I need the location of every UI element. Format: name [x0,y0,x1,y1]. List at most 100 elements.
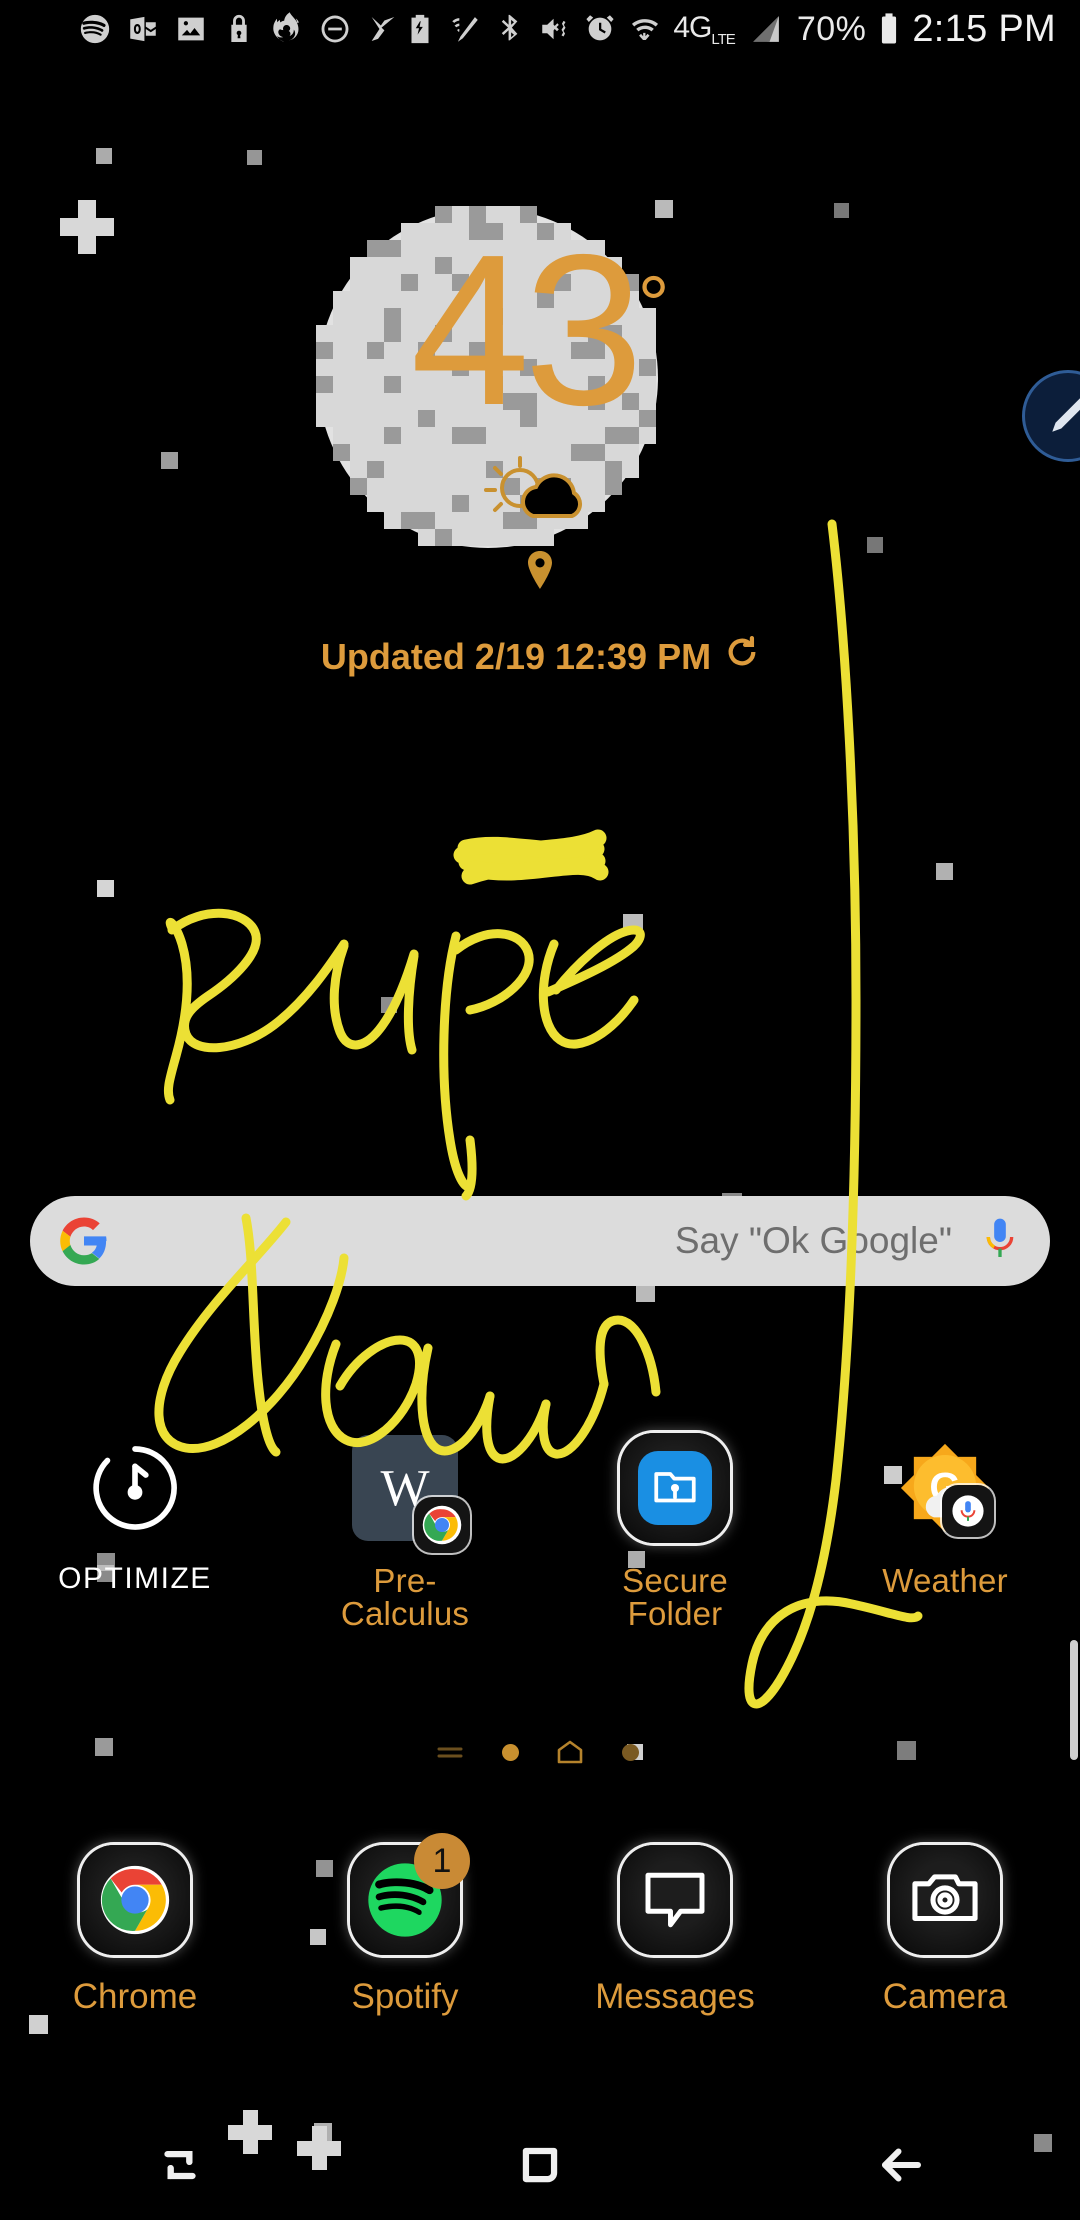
wallpaper-star-pixel [247,150,262,165]
search-input[interactable]: Say "Ok Google" [675,1220,952,1262]
wallpaper-pixel [367,461,384,478]
weather-widget[interactable]: 43° Updated 2/19 12:39 PM [0,230,1080,420]
wallpaper-pixel [401,512,418,529]
app-label-weather: Weather [882,1564,1008,1597]
wifi-icon [628,12,662,46]
weather-updated-row[interactable]: Updated 2/19 12:39 PM [0,635,1080,678]
dock-label-camera: Camera [883,1977,1007,2017]
weather-updated-label: Updated 2/19 12:39 PM [321,636,711,678]
wallpaper-star-pixel [161,452,178,469]
wallpaper-star-pixel [97,880,114,897]
status-bar[interactable]: 4GLTE 70% 2:15 PM [0,0,1080,58]
spotify-icon[interactable]: 1 [350,1845,460,1955]
secure-folder-icon[interactable] [617,1430,733,1546]
google-search-bar[interactable]: Say "Ok Google" [30,1196,1050,1286]
app-pre-calculus[interactable]: W Pre-Calculus [270,1430,540,1630]
do-not-disturb-icon [318,12,352,46]
bixby-home-indicator[interactable] [420,1744,480,1760]
word-web-shortcut-icon[interactable]: W [347,1430,463,1546]
refresh-icon[interactable] [725,635,759,678]
lock-icon [222,12,256,46]
wallpaper-pixel [384,495,401,512]
alarm-icon [583,12,617,46]
camera-icon[interactable] [890,1845,1000,1955]
back-arrow-icon [873,2140,927,2190]
chrome-icon [414,1497,470,1553]
screen-edge-panel-handle[interactable] [1070,1640,1078,1760]
page-indicator[interactable] [0,1732,1080,1772]
wallpaper-pixel [384,444,401,461]
battery-saver-icon [403,12,437,46]
partly-sunny-icon [475,446,605,541]
app-label-optimize: OPTIMIZE [58,1564,212,1594]
app-secure-folder[interactable]: Secure Folder [540,1430,810,1630]
checkmark-icon [366,12,400,46]
wallpaper-pixel [418,512,435,529]
app-optimize[interactable]: OPTIMIZE [0,1430,270,1630]
wallpaper-pixel [333,444,350,461]
home-button[interactable] [360,2140,720,2190]
wallpaper-pixel [452,512,469,529]
chrome-icon[interactable] [80,1845,190,1955]
mute-vibrate-icon [538,12,572,46]
wallpaper-star-pixel [96,148,112,164]
pen-icon [1045,393,1080,439]
app-weather[interactable]: G Weather [810,1430,1080,1630]
degree-symbol: ° [638,259,670,348]
dock: Chrome 1 Spotify Messages Camera [0,1845,1080,2017]
recents-icon [155,2140,205,2190]
dock-app-chrome[interactable]: Chrome [0,1845,270,2017]
battery-icon [877,12,901,46]
wallpaper-pixel [435,529,452,546]
wallpaper-pixel [452,495,469,512]
spen-icon [448,12,482,46]
dock-label-spotify: Spotify [352,1977,459,2017]
microphone-icon[interactable] [980,1217,1020,1265]
location-pin-icon [0,550,1080,595]
wallpaper-pixel [367,444,384,461]
status-bar-notification-icons [0,12,400,46]
wallpaper-pixel [605,478,622,495]
app-label-secure-folder: Secure Folder [580,1564,770,1630]
dock-label-messages: Messages [595,1977,755,2017]
recents-button[interactable] [0,2140,360,2190]
wallpaper-pixel [401,461,418,478]
home-screen-app-grid: OPTIMIZE W Pre-Calculus Secure Folder G … [0,1430,1080,1630]
wallpaper-pixel [384,478,401,495]
spotify-notification-badge: 1 [414,1833,470,1889]
wallpaper-pixel [384,512,401,529]
optimize-icon[interactable] [77,1430,193,1546]
app-label-pre-calculus: Pre-Calculus [310,1564,500,1630]
dock-app-spotify[interactable]: 1 Spotify [270,1845,540,2017]
firefox-icon [270,12,304,46]
wallpaper-pixel [418,478,435,495]
wallpaper-pixel [384,461,401,478]
wallpaper-pixel [452,529,469,546]
messages-icon[interactable] [620,1845,730,1955]
wallpaper-pixel [435,512,452,529]
dock-app-messages[interactable]: Messages [540,1845,810,2017]
page-dot-1[interactable] [480,1744,540,1761]
wallpaper-star-pixel [936,863,953,880]
spotify-icon [78,12,112,46]
wallpaper-pixel [452,478,469,495]
back-button[interactable] [720,2140,1080,2190]
wallpaper-star-pixel [623,914,643,934]
wallpaper-pixel [401,478,418,495]
wallpaper-pixel [367,478,384,495]
wallpaper-pixel [435,495,452,512]
wallpaper-pixel [622,461,639,478]
page-dot-2[interactable] [600,1744,660,1761]
wallpaper-star-pixel [381,997,397,1013]
home-page-indicator[interactable] [540,1739,600,1765]
wallpaper-pixel [605,461,622,478]
temperature-value: 43 [410,209,637,450]
weather-temperature: 43° [0,222,1080,437]
outlook-icon [126,12,160,46]
wallpaper-pixel [418,495,435,512]
status-bar-system-icons: 4GLTE 70% 2:15 PM [403,8,1080,51]
dock-app-camera[interactable]: Camera [810,1845,1080,2017]
google-weather-icon[interactable]: G [887,1430,1003,1546]
wallpaper-star-pixel [29,2015,48,2034]
wallpaper-pixel [401,495,418,512]
